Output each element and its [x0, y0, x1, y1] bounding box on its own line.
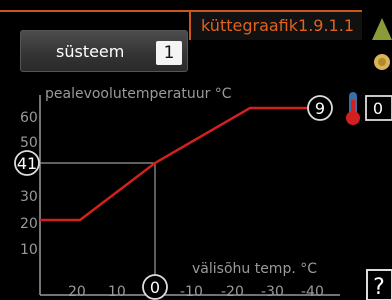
- heating-curve-screen: küttegraafik1.9.1.1 süsteem 1 pealevoolu…: [0, 0, 392, 300]
- flow-temp-marker[interactable]: 41: [14, 150, 40, 176]
- x-tick-label: -30: [261, 284, 284, 300]
- help-button[interactable]: ?: [366, 269, 392, 300]
- y-tick-labels: 60 50 30 20 10: [20, 110, 38, 258]
- heating-curve-chart: pealevoolutemperatuur °C välisõhu temp. …: [14, 18, 392, 300]
- offset-box[interactable]: 0: [365, 95, 392, 121]
- y-tick-label: 30: [20, 189, 38, 205]
- curve-number-badge[interactable]: 9: [307, 95, 333, 121]
- x-tick-label: -20: [221, 284, 244, 300]
- y-axis-label: pealevoolutemperatuur °C: [45, 86, 232, 102]
- offset-value: 0: [373, 99, 383, 118]
- help-icon: ?: [373, 275, 385, 300]
- heating-curve-line: [40, 106, 310, 222]
- outdoor-temp-marker[interactable]: 0: [142, 274, 168, 300]
- sun-icon: [374, 54, 390, 70]
- y-tick-label: 50: [20, 135, 38, 151]
- x-tick-label: 20: [68, 284, 86, 300]
- x-axis-label: välisõhu temp. °C: [192, 261, 317, 277]
- x-tick-label: -10: [180, 284, 203, 300]
- x-tick-label: 10: [108, 284, 126, 300]
- thermometer-icon: [346, 92, 360, 125]
- x-tick-label: -40: [301, 284, 324, 300]
- y-tick-label: 60: [20, 110, 38, 126]
- heating-status-icon: [372, 18, 392, 40]
- x-tick-labels: 20 10 -10 -20 -30 -40: [68, 284, 324, 300]
- curve-number-value: 9: [315, 99, 325, 118]
- y-tick-label: 10: [20, 242, 38, 258]
- outdoor-temp-marker-value: 0: [150, 278, 160, 297]
- flow-temp-marker-value: 41: [17, 154, 37, 173]
- y-tick-label: 20: [20, 216, 38, 232]
